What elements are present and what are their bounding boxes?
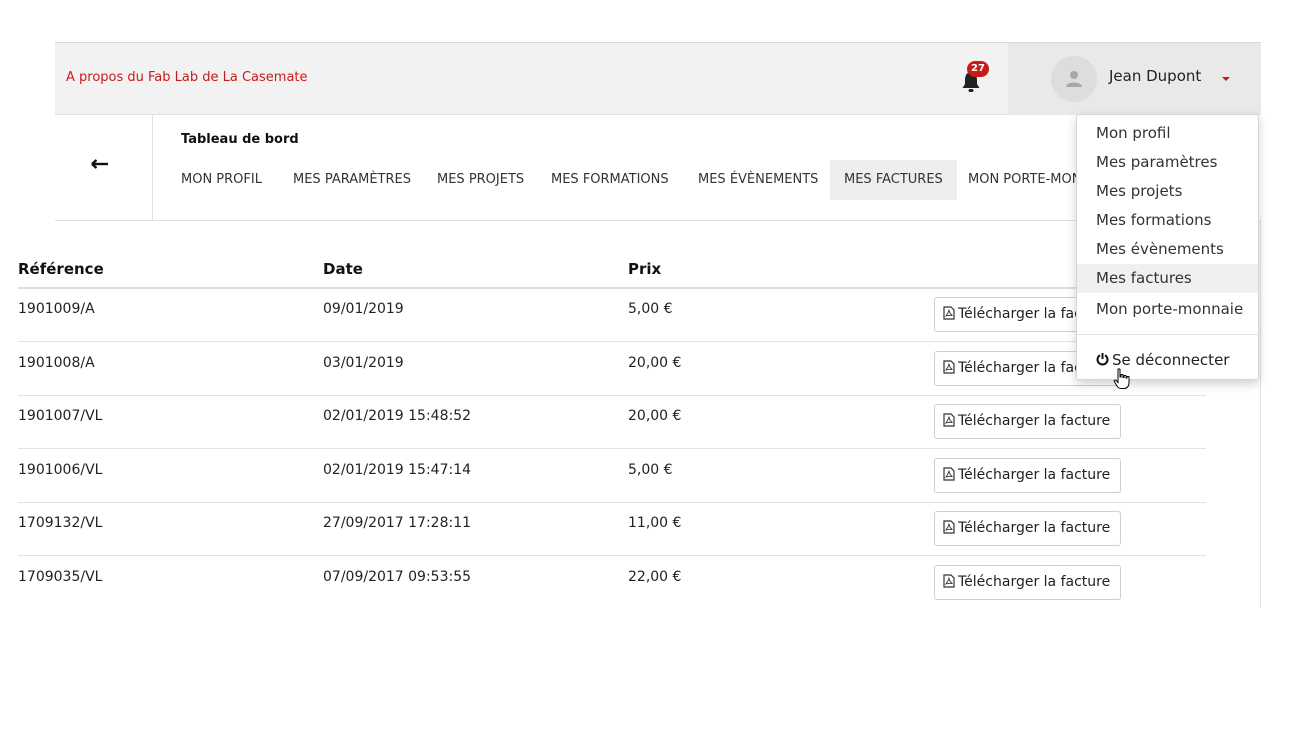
table-row: 1709132/VL 27/09/2017 17:28:11 11,00 € T…	[18, 503, 1206, 556]
tab-mes-projets[interactable]: Mes projets	[437, 160, 524, 200]
menu-item-mon-profil[interactable]: Mon profil	[1077, 119, 1258, 148]
notifications-button[interactable]: 27	[959, 61, 989, 95]
invoice-price: 11,00 €	[628, 515, 682, 531]
user-icon	[1066, 71, 1082, 87]
download-invoice-button[interactable]: Télécharger la facture	[934, 511, 1122, 546]
file-pdf-icon	[943, 360, 955, 374]
download-invoice-button[interactable]: Télécharger la facture	[934, 404, 1122, 439]
tab-mes-formations[interactable]: Mes formations	[551, 160, 669, 200]
table-row: 1901007/VL 02/01/2019 15:48:52 20,00 € T…	[18, 396, 1206, 449]
frame-edge	[1260, 220, 1261, 608]
notifications-badge: 27	[967, 61, 989, 77]
invoice-date: 27/09/2017 17:28:11	[323, 515, 472, 531]
column-header-price: Prix	[628, 260, 662, 278]
menu-item-mes-parametres[interactable]: Mes paramètres	[1077, 148, 1258, 177]
logout-label: Se déconnecter	[1112, 351, 1230, 369]
invoice-reference: 1901006/VL	[18, 462, 103, 478]
caret-down-icon	[1222, 77, 1230, 81]
dashboard-title: Tableau de bord	[181, 132, 299, 147]
column-header-reference: Référence	[18, 260, 104, 278]
table-row: 1901008/A 03/01/2019 20,00 € Télécharger…	[18, 343, 1206, 396]
download-invoice-label: Télécharger la facture	[958, 574, 1111, 590]
download-invoice-label: Télécharger la facture	[958, 520, 1111, 536]
menu-item-mes-projets[interactable]: Mes projets	[1077, 177, 1258, 206]
invoice-reference: 1901007/VL	[18, 408, 103, 424]
invoice-price: 20,00 €	[628, 408, 682, 424]
avatar	[1051, 56, 1097, 102]
file-pdf-icon	[943, 306, 955, 320]
logout-menu-item[interactable]: Se déconnecter	[1096, 351, 1229, 369]
file-pdf-icon	[943, 574, 955, 588]
invoice-reference: 1709035/VL	[18, 569, 103, 585]
file-pdf-icon	[943, 413, 955, 427]
user-menu-toggle[interactable]: Jean Dupont	[1008, 43, 1261, 115]
invoice-price: 20,00 €	[628, 355, 682, 371]
invoice-date: 02/01/2019 15:47:14	[323, 462, 472, 478]
invoice-price: 5,00 €	[628, 301, 673, 317]
back-button[interactable]	[55, 115, 153, 221]
invoice-date: 02/01/2019 15:48:52	[323, 408, 472, 424]
menu-item-mes-evenements[interactable]: Mes évènements	[1077, 235, 1258, 264]
download-invoice-label: Télécharger la facture	[958, 413, 1111, 429]
table-row: 1901006/VL 02/01/2019 15:47:14 5,00 € Té…	[18, 450, 1206, 503]
tab-mes-factures[interactable]: Mes factures	[830, 160, 957, 200]
table-row: 1901009/A 09/01/2019 5,00 € Télécharger …	[18, 289, 1206, 342]
file-pdf-icon	[943, 520, 955, 534]
tab-mes-evenements[interactable]: Mes évènements	[698, 160, 818, 200]
invoice-price: 22,00 €	[628, 569, 682, 585]
pointer-cursor-icon	[1113, 368, 1130, 389]
download-invoice-button[interactable]: Télécharger la facture	[934, 458, 1122, 493]
invoice-reference: 1901008/A	[18, 355, 95, 371]
menu-item-mes-formations[interactable]: Mes formations	[1077, 206, 1258, 235]
user-dropdown-menu: Mon profil Mes paramètres Mes projets Me…	[1076, 114, 1259, 380]
file-pdf-icon	[943, 467, 955, 481]
invoice-date: 09/01/2019	[323, 301, 404, 317]
user-name: Jean Dupont	[1109, 67, 1202, 85]
tab-mon-profil[interactable]: Mon profil	[181, 160, 262, 200]
menu-item-mes-factures[interactable]: Mes factures	[1077, 264, 1258, 293]
column-header-date: Date	[323, 260, 363, 278]
download-invoice-label: Télécharger la facture	[958, 467, 1111, 483]
invoice-date: 07/09/2017 09:53:55	[323, 569, 472, 585]
invoice-reference: 1901009/A	[18, 301, 95, 317]
invoice-date: 03/01/2019	[323, 355, 404, 371]
arrow-left-icon	[91, 159, 108, 169]
invoice-price: 5,00 €	[628, 462, 673, 478]
menu-divider	[1077, 334, 1258, 335]
power-icon	[1096, 353, 1109, 366]
menu-item-mon-porte-monnaie[interactable]: Mon porte-monnaie	[1077, 295, 1258, 324]
table-row: 1709035/VL 07/09/2017 09:53:55 22,00 € T…	[18, 557, 1206, 610]
invoice-reference: 1709132/VL	[18, 515, 103, 531]
download-invoice-button[interactable]: Télécharger la facture	[934, 565, 1122, 600]
about-fablab-link[interactable]: A propos du Fab Lab de La Casemate	[66, 70, 308, 85]
top-bar: A propos du Fab Lab de La Casemate 27 Je…	[55, 43, 1261, 115]
tab-mes-parametres[interactable]: Mes paramètres	[293, 160, 411, 200]
